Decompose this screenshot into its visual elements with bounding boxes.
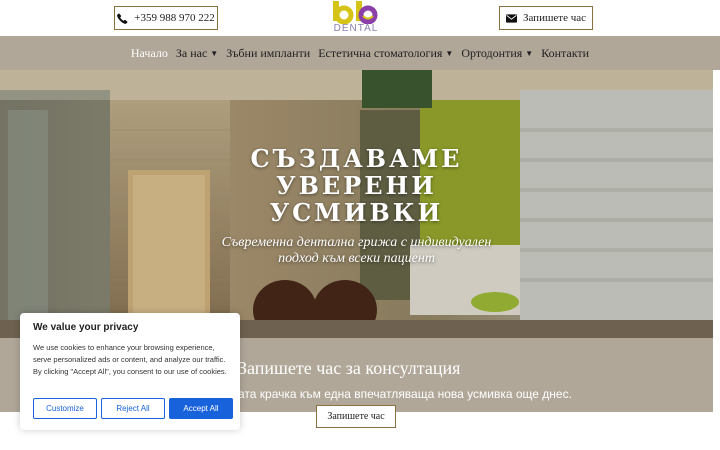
chevron-down-icon: ▼ <box>210 48 219 58</box>
nav-item-home[interactable]: Начало <box>131 46 168 61</box>
consultation-book-button[interactable]: Запишете час <box>316 405 396 428</box>
cookie-consent-banner: We value your privacy We use cookies to … <box>20 313 240 430</box>
nav-item-implants[interactable]: Зъбни импланти <box>226 46 310 61</box>
phone-number: +359 988 970 222 <box>134 12 215 24</box>
hero-banner: СЪЗДАВАМЕ УВЕРЕНИ УСМИВКИ Съвременна ден… <box>0 70 713 338</box>
book-appointment-button[interactable]: Запишете час <box>499 6 593 30</box>
main-nav: Начало За нас ▼ Зъбни импланти Естетична … <box>0 36 720 70</box>
chevron-down-icon: ▼ <box>445 48 454 58</box>
cookie-customize-button[interactable]: Customize <box>33 398 97 419</box>
hero-subtitle: Съвременна дентална грижа с индивидуален… <box>0 235 713 267</box>
logo-text: DENTAL <box>333 23 379 34</box>
nav-item-about[interactable]: За нас ▼ <box>176 46 218 61</box>
envelope-icon <box>505 13 517 23</box>
hero-title-line: УВЕРЕНИ <box>276 171 437 200</box>
hero-subtitle-line: подход към всеки пациент <box>278 251 435 266</box>
hero-title-line: УСМИВКИ <box>269 198 444 227</box>
nav-list: Начало За нас ▼ Зъбни импланти Естетична … <box>0 36 720 70</box>
nav-item-orthodontics[interactable]: Ортодонтия ▼ <box>461 46 533 61</box>
book-label: Запишете час <box>522 12 587 24</box>
cookie-buttons: Customize Reject All Accept All <box>33 398 233 419</box>
hero-subtitle-line: Съвременна дентална грижа с индивидуален <box>221 235 492 250</box>
nav-item-aesthetic[interactable]: Естетична стоматология ▼ <box>318 46 453 61</box>
hero-title: СЪЗДАВАМЕ УВЕРЕНИ УСМИВКИ <box>0 145 713 226</box>
consultation-title: Запишете час за консултация <box>238 358 461 378</box>
cookie-text: We use cookies to enhance your browsing … <box>33 343 227 376</box>
hero-title-line: СЪЗДАВАМЕ <box>250 144 463 173</box>
page-edge <box>713 70 720 412</box>
phone-icon <box>117 13 128 24</box>
nav-item-contacts[interactable]: Контакти <box>541 46 589 61</box>
top-bar: +359 988 970 222 DENTAL Запишете час <box>0 0 720 36</box>
logo[interactable]: DENTAL <box>330 0 382 36</box>
cookie-reject-button[interactable]: Reject All <box>101 398 165 419</box>
logo-mark <box>333 1 378 25</box>
phone-button[interactable]: +359 988 970 222 <box>114 6 218 30</box>
consultation-text: ата крачка към една впечатляваща нова ус… <box>238 387 572 401</box>
cookie-accept-button[interactable]: Accept All <box>169 398 233 419</box>
chevron-down-icon: ▼ <box>525 48 534 58</box>
cookie-title: We value your privacy <box>33 322 139 333</box>
